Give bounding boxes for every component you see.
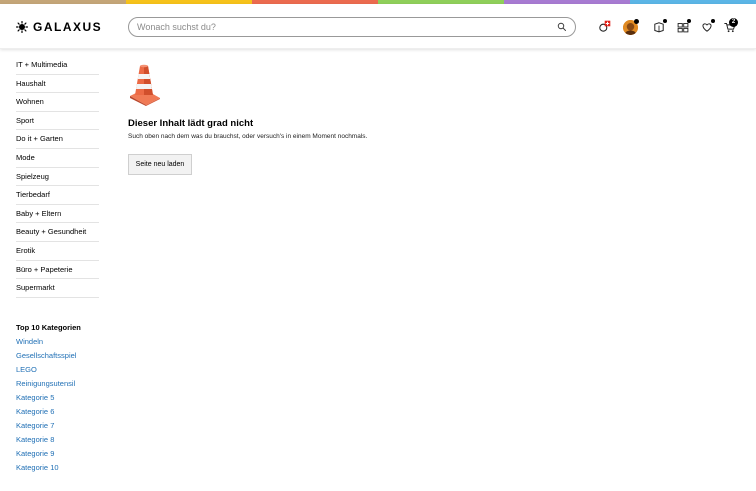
top-categories: Top 10 Kategorien Windeln Gesellschaftss…: [16, 321, 106, 475]
reload-button[interactable]: Seite neu laden: [128, 154, 192, 175]
sidebar-item[interactable]: Mode: [16, 149, 99, 168]
sidebar-item[interactable]: Beauty + Gesundheit: [16, 223, 99, 242]
cart-count-badge: 2: [729, 18, 738, 27]
header: GALAXUS Wonach suchst du? 2: [0, 4, 756, 49]
logo[interactable]: GALAXUS: [16, 19, 102, 35]
search-bar[interactable]: [128, 17, 576, 37]
logo-wordmark: GALAXUS: [33, 20, 103, 34]
top-categories-heading: Top 10 Kategorien: [16, 323, 81, 332]
error-panel: Dieser Inhalt lädt grad nicht Such oben …: [128, 64, 367, 175]
sidebar-item[interactable]: Wohnen: [16, 93, 99, 112]
sidebar-item[interactable]: Do it + Garten: [16, 130, 99, 149]
notification-dot: [663, 19, 667, 23]
sidebar-item[interactable]: Haushalt: [16, 75, 99, 94]
compare-icon[interactable]: [676, 19, 691, 34]
top-category-link[interactable]: Kategorie 5: [16, 391, 106, 405]
search-input[interactable]: [137, 22, 557, 32]
top-category-link[interactable]: Kategorie 10: [16, 461, 106, 475]
sidebar-item[interactable]: Baby + Eltern: [16, 205, 99, 224]
top-category-link[interactable]: LEGO: [16, 363, 106, 377]
traffic-cone-icon: [130, 64, 160, 106]
notification-dot: [634, 19, 639, 24]
search-icon[interactable]: [557, 22, 567, 32]
sidebar-item[interactable]: Sport: [16, 112, 99, 131]
top-category-link[interactable]: Kategorie 8: [16, 433, 106, 447]
sidebar-item[interactable]: Tierbedarf: [16, 186, 99, 205]
sidebar-item[interactable]: IT + Multimedia: [16, 56, 99, 75]
top-category-link[interactable]: Gesellschaftsspiel: [16, 349, 106, 363]
swiss-cross-icon[interactable]: [597, 20, 611, 34]
category-sidebar: IT + Multimedia Haushalt Wohnen Sport Do…: [16, 56, 99, 298]
notification-dot: [687, 19, 691, 23]
package-icon[interactable]: [652, 19, 667, 34]
error-message: Such oben nach dem was du brauchst, oder…: [128, 133, 368, 140]
top-category-link[interactable]: Kategorie 9: [16, 447, 106, 461]
error-title: Dieser Inhalt lädt grad nicht: [128, 118, 254, 129]
top-category-link[interactable]: Windeln: [16, 335, 106, 349]
top-category-link[interactable]: Kategorie 6: [16, 405, 106, 419]
sun-icon: [16, 21, 28, 33]
sidebar-item[interactable]: Büro + Papeterie: [16, 261, 99, 280]
sidebar-item[interactable]: Spielzeug: [16, 168, 99, 187]
top-category-link[interactable]: Reinigungsutensil: [16, 377, 106, 391]
sidebar-item[interactable]: Erotik: [16, 242, 99, 261]
sidebar-item[interactable]: Supermarkt: [16, 279, 99, 298]
notification-dot: [711, 19, 715, 23]
top-category-link[interactable]: Kategorie 7: [16, 419, 106, 433]
heart-icon[interactable]: [700, 19, 715, 34]
